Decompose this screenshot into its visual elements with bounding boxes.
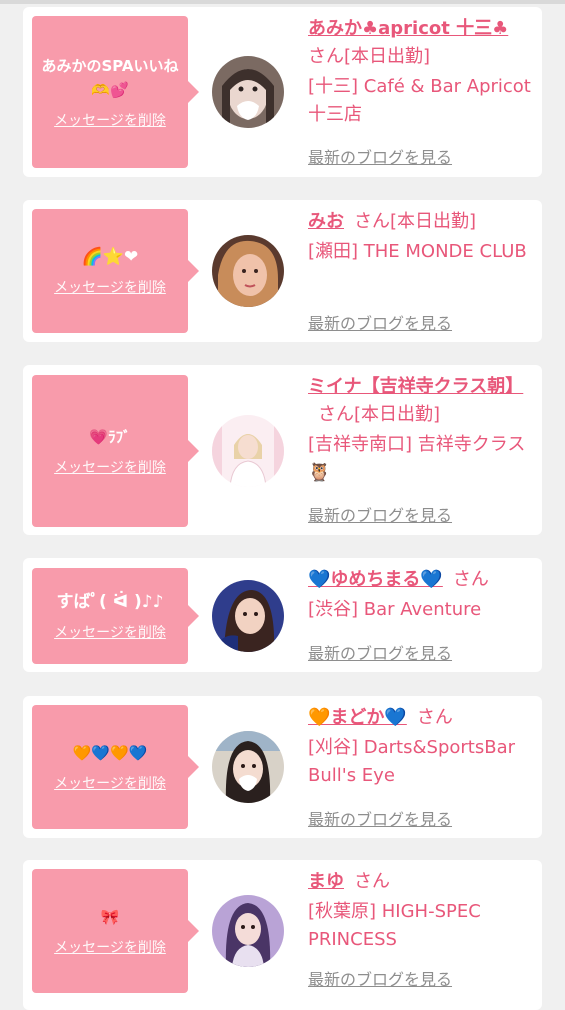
cast-name-link[interactable]: みお bbox=[308, 211, 344, 232]
message-text: 💗ﾗﾌﾞ bbox=[89, 428, 131, 446]
cast-suffix: さん bbox=[416, 707, 453, 728]
shop-name: [瀬田] THE MONDE CLUB bbox=[308, 241, 527, 262]
cast-name-link[interactable]: まゆ bbox=[308, 871, 344, 892]
message-card: 🌈⭐❤ メッセージを削除 みお さん[本日出勤] [瀬田] THE MONDE C… bbox=[23, 200, 542, 342]
delete-message-link[interactable]: メッセージを削除 bbox=[54, 277, 166, 297]
cast-info: 💙ゆめちまる💙 さん [渋谷] Bar Aventure bbox=[308, 566, 534, 624]
delete-message-link[interactable]: メッセージを削除 bbox=[54, 937, 166, 957]
cast-suffix: さん bbox=[354, 871, 390, 892]
message-bubble: 🧡💙🧡💙 メッセージを削除 bbox=[32, 705, 199, 829]
avatar[interactable] bbox=[212, 415, 284, 487]
latest-blog-link[interactable]: 最新のブログを見る bbox=[308, 310, 452, 334]
cast-name-link[interactable]: あみか♣apricot 十三♣ bbox=[308, 18, 508, 39]
cast-suffix: さん[本日出勤] bbox=[308, 46, 431, 67]
avatar[interactable] bbox=[212, 235, 284, 307]
cast-info: みお さん[本日出勤] [瀬田] THE MONDE CLUB bbox=[308, 208, 534, 266]
avatar-photo-icon bbox=[212, 895, 284, 967]
delete-message-link[interactable]: メッセージを削除 bbox=[54, 110, 166, 130]
message-bubble: 🎀 メッセージを削除 bbox=[32, 869, 199, 993]
cast-name-link[interactable]: 🧡まどか💙 bbox=[308, 707, 407, 728]
message-text: あみかのSPAいいね🫶💕 bbox=[41, 57, 179, 99]
delete-message-link[interactable]: メッセージを削除 bbox=[54, 457, 166, 477]
cast-info: あみか♣apricot 十三♣ さん[本日出勤] [十三] Café & Bar… bbox=[308, 15, 534, 129]
message-bubble: すばﾟ( ᐛ )♪♪ メッセージを削除 bbox=[32, 568, 199, 664]
latest-blog-link[interactable]: 最新のブログを見る bbox=[308, 806, 452, 830]
latest-blog-link[interactable]: 最新のブログを見る bbox=[308, 144, 452, 168]
shop-name: [十三] Café & Bar Apricot 十三店 bbox=[308, 76, 531, 125]
message-bubble: 💗ﾗﾌﾞ メッセージを削除 bbox=[32, 375, 199, 527]
message-card: 💗ﾗﾌﾞ メッセージを削除 ミイナ【吉祥寺クラス朝】さん[本日出勤] [吉祥寺南… bbox=[23, 365, 542, 535]
delete-message-link[interactable]: メッセージを削除 bbox=[54, 622, 166, 642]
message-text: 🧡💙🧡💙 bbox=[72, 744, 148, 762]
shop-name: [吉祥寺南口] 吉祥寺クラス🦉 bbox=[308, 434, 526, 483]
avatar-photo-icon bbox=[212, 56, 284, 128]
avatar[interactable] bbox=[212, 895, 284, 967]
message-card: すばﾟ( ᐛ )♪♪ メッセージを削除 💙ゆめちまる💙 さん [渋谷] Bar A… bbox=[23, 558, 542, 672]
shop-name: [渋谷] Bar Aventure bbox=[308, 599, 482, 620]
avatar-photo-icon bbox=[212, 235, 284, 307]
avatar[interactable] bbox=[212, 580, 284, 652]
message-bubble: 🌈⭐❤ メッセージを削除 bbox=[32, 209, 199, 333]
top-divider bbox=[0, 0, 565, 4]
message-bubble: あみかのSPAいいね🫶💕 メッセージを削除 bbox=[32, 16, 199, 168]
avatar[interactable] bbox=[212, 731, 284, 803]
cast-suffix: さん[本日出勤] bbox=[354, 211, 477, 232]
shop-name: [秋葉原] HIGH-SPEC PRINCESS bbox=[308, 901, 481, 950]
cast-name-link[interactable]: ミイナ【吉祥寺クラス朝】 bbox=[308, 376, 523, 397]
message-card: 🎀 メッセージを削除 まゆ さん [秋葉原] HIGH-SPEC PRINCESS… bbox=[23, 860, 542, 1010]
avatar-photo-icon bbox=[212, 731, 284, 803]
avatar-photo-icon bbox=[212, 580, 284, 652]
cast-suffix: さん[本日出勤] bbox=[318, 404, 441, 425]
cast-info: 🧡まどか💙 さん [刈谷] Darts&SportsBar Bull's Eye bbox=[308, 704, 534, 790]
avatar-photo-icon bbox=[212, 415, 284, 487]
shop-name: [刈谷] Darts&SportsBar Bull's Eye bbox=[308, 737, 516, 786]
message-card: あみかのSPAいいね🫶💕 メッセージを削除 あみか♣apricot 十三♣ さん… bbox=[23, 7, 542, 177]
message-text: 🌈⭐❤ bbox=[81, 247, 139, 267]
message-text: 🎀 bbox=[100, 908, 120, 926]
latest-blog-link[interactable]: 最新のブログを見る bbox=[308, 966, 452, 990]
message-text: すばﾟ( ᐛ )♪♪ bbox=[56, 592, 164, 612]
cast-name-link[interactable]: 💙ゆめちまる💙 bbox=[308, 569, 443, 590]
cast-info: ミイナ【吉祥寺クラス朝】さん[本日出勤] [吉祥寺南口] 吉祥寺クラス🦉 bbox=[308, 373, 534, 487]
latest-blog-link[interactable]: 最新のブログを見る bbox=[308, 640, 452, 664]
avatar[interactable] bbox=[212, 56, 284, 128]
latest-blog-link[interactable]: 最新のブログを見る bbox=[308, 502, 452, 526]
delete-message-link[interactable]: メッセージを削除 bbox=[54, 773, 166, 793]
message-card: 🧡💙🧡💙 メッセージを削除 🧡まどか💙 さん [刈谷] Darts&SportsB… bbox=[23, 696, 542, 838]
cast-suffix: さん bbox=[452, 569, 489, 590]
cast-info: まゆ さん [秋葉原] HIGH-SPEC PRINCESS bbox=[308, 868, 534, 954]
